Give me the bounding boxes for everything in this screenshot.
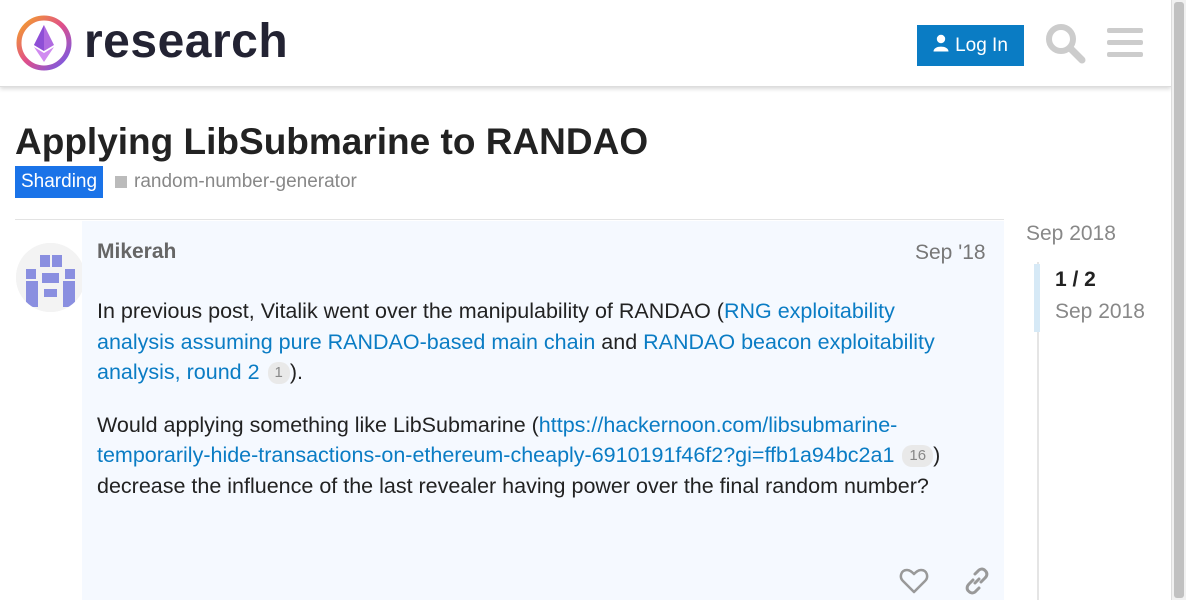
logo-icon[interactable] [16,15,72,71]
text-span: In previous post, Vitalik went over the … [97,299,724,323]
text-span: decrease the influence of the last revea… [97,473,929,498]
page-scrollbar[interactable] [1171,0,1186,600]
avatar[interactable] [16,243,85,312]
timeline-handle[interactable] [1034,264,1040,332]
user-icon [933,34,949,58]
tag-label: random-number-generator [134,171,357,192]
post-paragraph: In previous post, Vitalik went over the … [97,296,977,388]
topic-title[interactable]: Applying LibSubmarine to RANDAO [15,120,648,164]
post-paragraph: Would applying something like LibSubmari… [97,410,977,502]
text-span: Would applying something like LibSubmari… [97,412,539,437]
tag-square-icon [115,176,127,188]
timeline-current-date: Sep 2018 [1055,300,1145,323]
site-name[interactable]: research [84,14,288,70]
post-date[interactable]: Sep '18 [915,241,986,265]
site-header: research Log In [0,0,1171,87]
link-click-count: 16 [902,445,934,467]
text-span: ) [933,443,941,467]
divider [15,219,1004,220]
timeline-start-date[interactable]: Sep 2018 [1026,222,1116,246]
heart-icon[interactable] [899,566,929,596]
link-click-count: 1 [267,362,290,384]
text-span: and [595,329,644,354]
login-button[interactable]: Log In [917,25,1024,66]
post-author[interactable]: Mikerah [97,240,176,264]
search-icon[interactable] [1044,22,1086,64]
hamburger-menu-icon[interactable] [1106,24,1144,62]
link-icon[interactable] [962,566,992,596]
text-span: ). [289,360,304,384]
login-label: Log In [955,34,1008,56]
scrollbar-thumb[interactable] [1174,2,1184,598]
topic-tag[interactable]: random-number-generator [115,166,357,198]
timeline-position: 1 / 2 [1055,268,1096,291]
category-badge[interactable]: Sharding [15,166,104,198]
post-content: In previous post, Vitalik went over the … [97,296,977,523]
